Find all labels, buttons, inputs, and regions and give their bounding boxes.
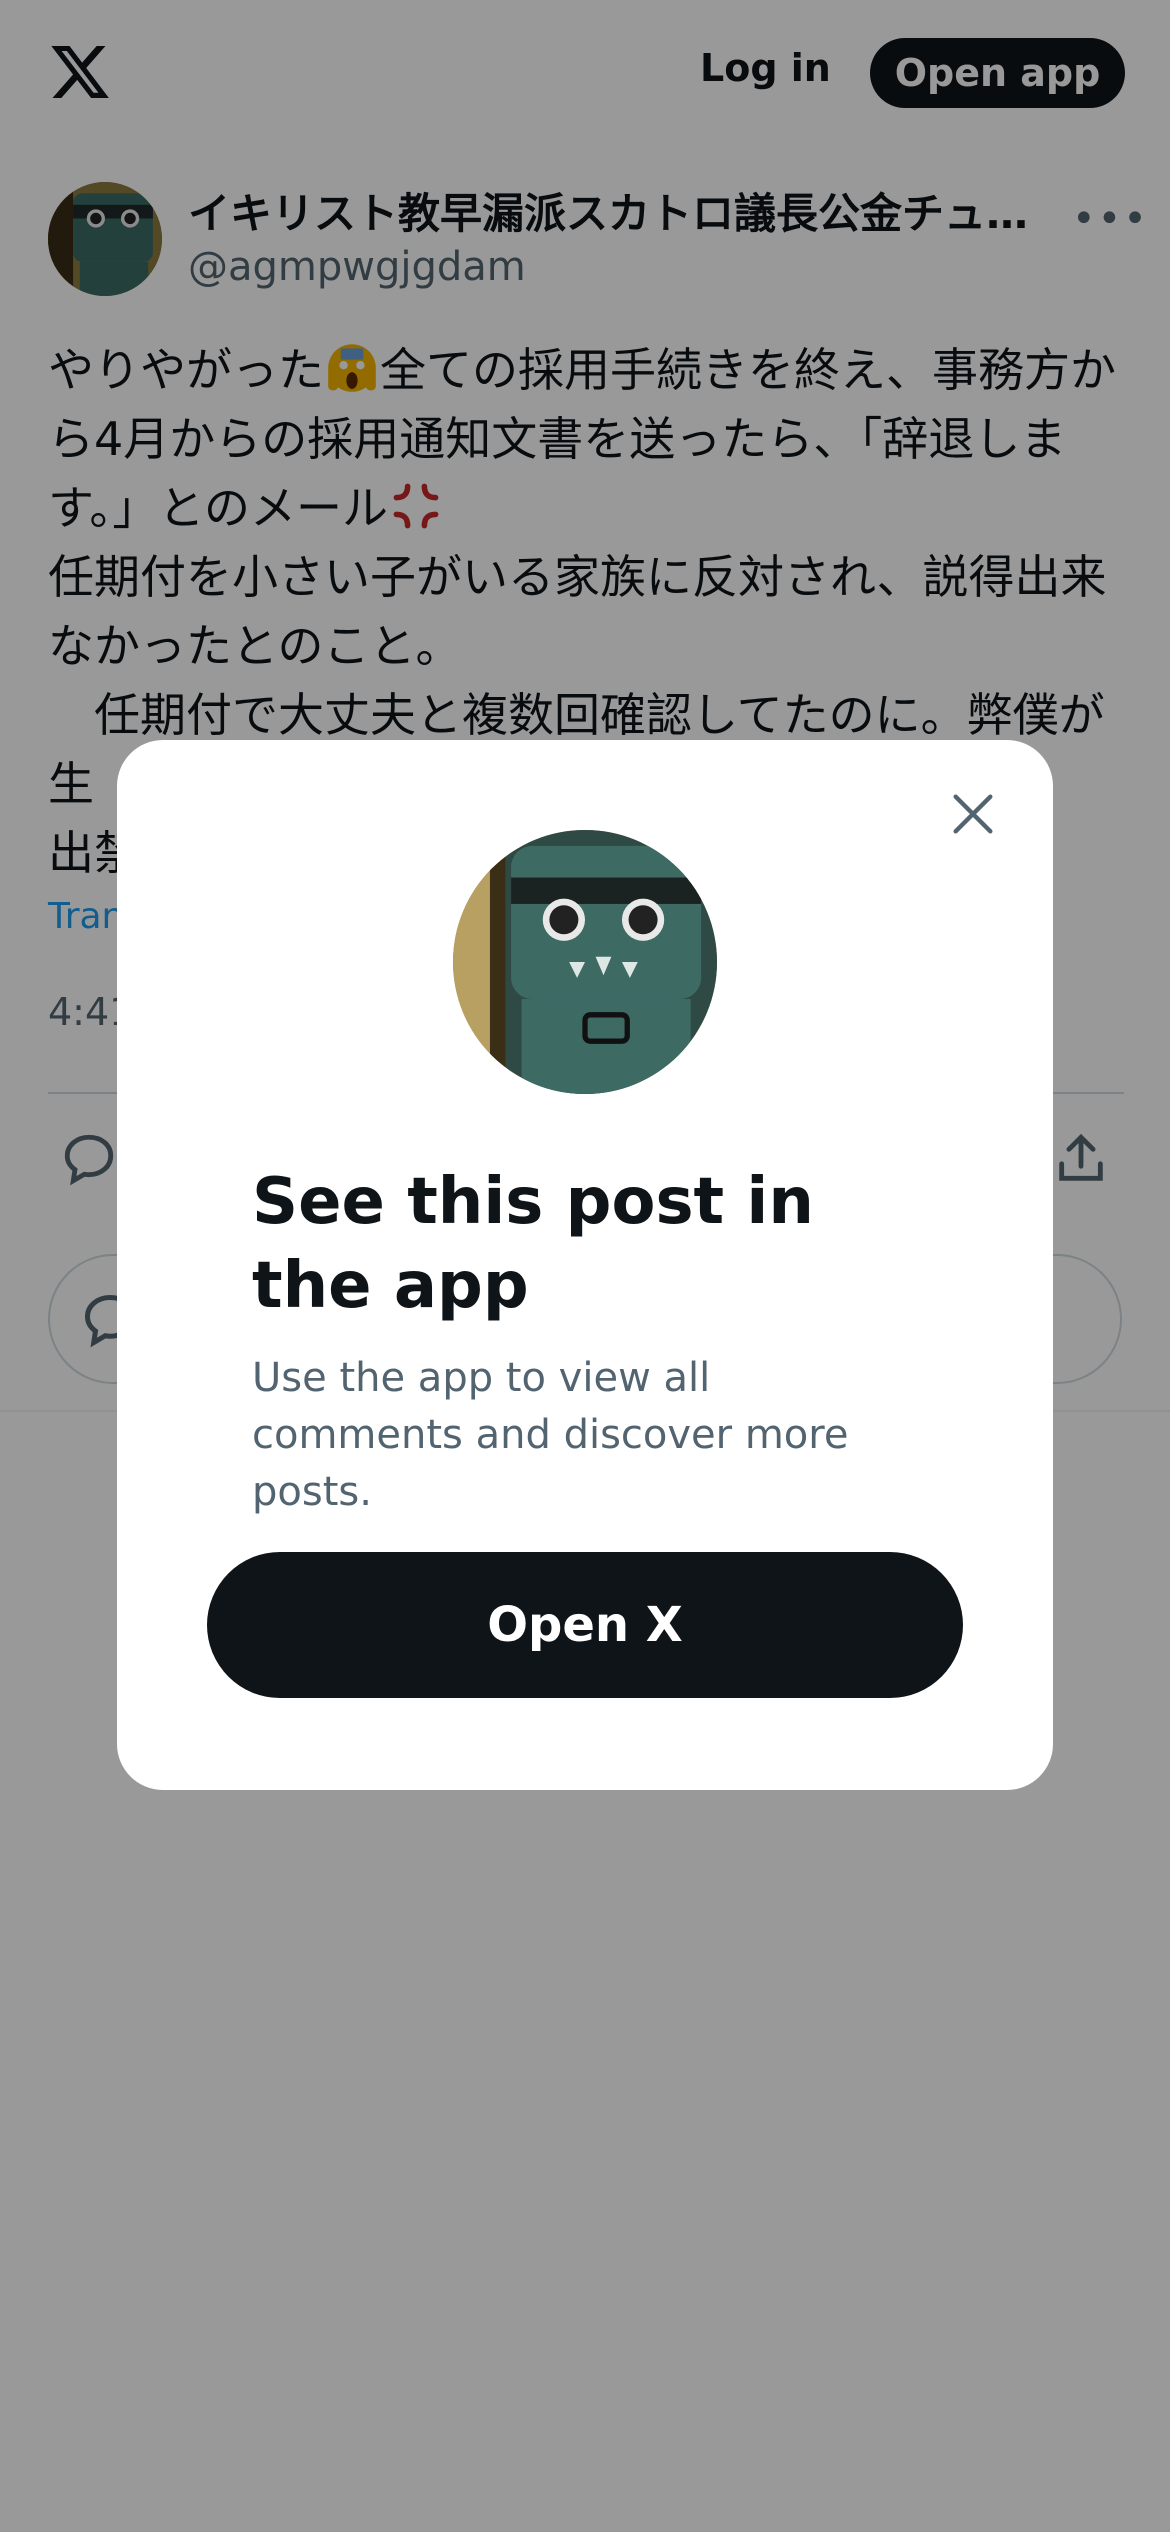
open-in-app-modal: See this post in the app Use the app to … (117, 740, 1053, 1790)
page: Log in Open app イキリスト教早漏派スカトロ議長公金チュ… @ag… (0, 0, 1170, 2532)
modal-title: See this post in the app (252, 1165, 814, 1323)
modal-subtitle: Use the app to view all comments and dis… (252, 1355, 849, 1515)
author-avatar (453, 830, 717, 1094)
close-icon[interactable] (947, 788, 999, 840)
open-x-button[interactable]: Open X (207, 1552, 963, 1698)
